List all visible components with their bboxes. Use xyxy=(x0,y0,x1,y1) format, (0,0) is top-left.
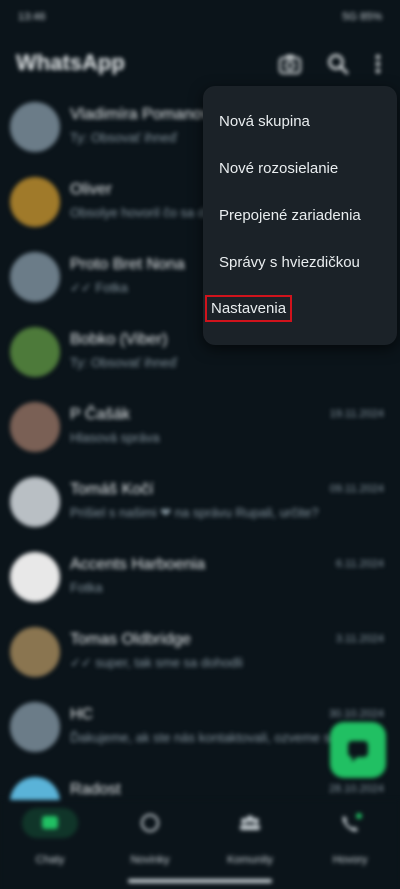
nav-updates[interactable]: Novinky xyxy=(100,808,200,866)
chat-time: 6.11.2024 xyxy=(335,558,384,570)
camera-icon[interactable] xyxy=(276,50,304,78)
menu-item-new-broadcast[interactable]: Nové rozosielanie xyxy=(219,160,338,177)
bottom-navigation: Chaty Novinky Komunity Hovory xyxy=(0,800,400,889)
nav-label: Hovory xyxy=(332,854,368,866)
chat-name: Oliver xyxy=(70,181,112,198)
chat-name: Accents Harboenia xyxy=(70,556,206,573)
chat-name: HC xyxy=(70,706,94,723)
avatar xyxy=(10,552,60,602)
chat-preview: Ďakujeme, ak ste nás kontaktovali, ozvem… xyxy=(70,730,338,745)
chat-preview: Hlasová správa xyxy=(70,430,160,445)
gesture-handle xyxy=(128,879,272,883)
app-title: WhatsApp xyxy=(16,50,125,75)
chat-preview: Fotka xyxy=(70,580,103,595)
search-icon[interactable] xyxy=(324,50,352,78)
status-time: 13:46 xyxy=(18,11,46,23)
chat-name: Radost xyxy=(70,781,121,798)
nav-label: Komunity xyxy=(227,854,273,866)
chat-preview: ✓✓ Fotka xyxy=(70,280,128,295)
chat-row[interactable]: Tomáš Kočí Prišiel s našimi ❤ na správu … xyxy=(0,465,400,540)
chat-time: 09.11.2024 xyxy=(329,483,384,495)
avatar xyxy=(10,327,60,377)
nav-communities[interactable]: Komunity xyxy=(200,808,300,866)
chat-name: P Čašák xyxy=(70,406,131,423)
nav-label: Novinky xyxy=(130,854,170,866)
nav-chats[interactable]: Chaty xyxy=(0,808,100,866)
overflow-menu: Nová skupina Nové rozosielanie Prepojené… xyxy=(203,86,397,345)
status-indicators: 5G 85% xyxy=(342,11,382,23)
more-options-icon[interactable] xyxy=(364,50,392,78)
chat-row[interactable]: Accents Harboenia Fotka 6.11.2024 xyxy=(0,540,400,615)
updates-icon xyxy=(122,808,178,838)
chat-time: 28.10.2024 xyxy=(328,783,384,795)
chat-row[interactable]: Tomas Oldbridge ✓✓ super, tak sme sa doh… xyxy=(0,615,400,690)
chat-name: Proto Bret Nona xyxy=(70,256,185,273)
calls-icon xyxy=(322,808,378,838)
avatar xyxy=(10,102,60,152)
new-chat-button[interactable] xyxy=(330,722,386,778)
chat-name: Bobko (Viber) xyxy=(70,331,168,348)
chat-row[interactable]: P Čašák Hlasová správa 19.11.2024 xyxy=(0,390,400,465)
avatar xyxy=(10,702,60,752)
avatar xyxy=(10,477,60,527)
communities-icon xyxy=(222,808,278,838)
nav-calls[interactable]: Hovory xyxy=(300,808,400,866)
menu-item-linked-devices[interactable]: Prepojené zariadenia xyxy=(219,207,361,224)
chat-preview: Ty: Obsovať ihneď xyxy=(70,130,177,145)
chat-name: Tomáš Kočí xyxy=(70,481,154,498)
menu-item-new-group[interactable]: Nová skupina xyxy=(219,113,310,130)
app-bar: WhatsApp xyxy=(0,40,400,88)
status-bar: 13:46 5G 85% xyxy=(0,0,400,36)
chat-preview: Obsolye hovoril čo sa dalo xyxy=(70,205,223,220)
chat-preview: Ty: Obsovať ihneď xyxy=(70,355,177,370)
chat-icon xyxy=(22,808,78,838)
menu-item-starred-messages[interactable]: Správy s hviezdičkou xyxy=(219,254,360,271)
chat-name: Vladimíra Pomanová xyxy=(70,106,219,123)
chat-name: Tomas Oldbridge xyxy=(70,631,191,648)
chat-preview: Prišiel s našimi ❤ na správu Rupali, urč… xyxy=(70,505,319,520)
menu-item-settings[interactable]: Nastavenia xyxy=(204,295,293,322)
chat-preview: ✓✓ super, tak sme sa dohodli xyxy=(70,655,243,670)
avatar xyxy=(10,252,60,302)
chat-time: 19.11.2024 xyxy=(329,408,384,420)
new-chat-icon xyxy=(348,741,368,762)
nav-label: Chaty xyxy=(35,854,65,866)
avatar xyxy=(10,627,60,677)
avatar xyxy=(10,402,60,452)
chat-time: 3.11.2024 xyxy=(335,633,384,645)
avatar xyxy=(10,177,60,227)
chat-time: 30.10.2024 xyxy=(328,708,384,720)
